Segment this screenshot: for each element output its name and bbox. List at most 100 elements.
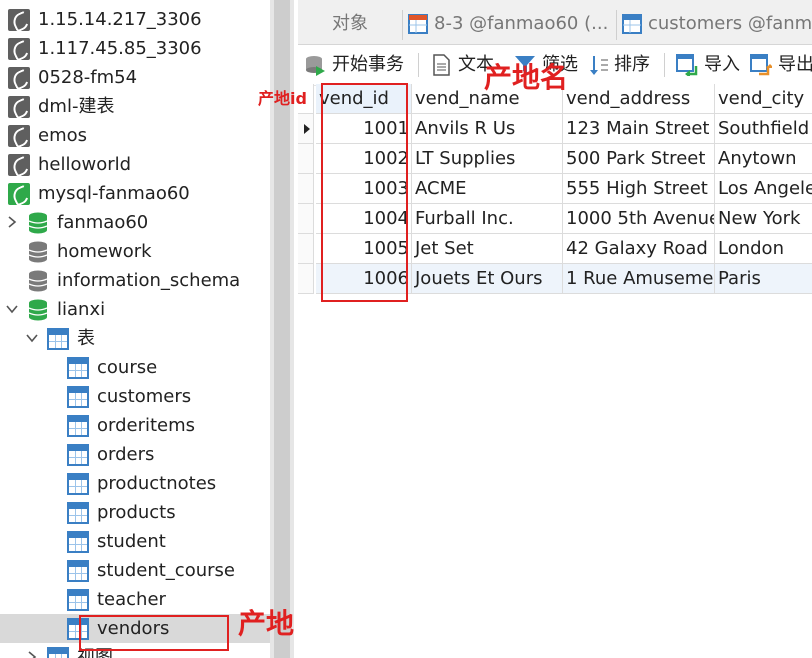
tree-table-student[interactable]: student <box>0 527 270 556</box>
row-selector[interactable] <box>298 114 314 144</box>
chevron-down-icon[interactable] <box>26 332 38 344</box>
table-cell[interactable]: London <box>715 234 812 264</box>
tree-connection[interactable]: emos <box>0 121 270 150</box>
annotation-box-vendors <box>79 615 229 651</box>
tree-table-label: teacher <box>97 589 166 610</box>
tab-separator <box>616 10 617 40</box>
table-cell[interactable]: 42 Galaxy Road <box>563 234 715 264</box>
tab-query[interactable]: 8-3 @fanmao60 (... <box>402 6 612 42</box>
tab-separator <box>402 10 403 40</box>
table-cell[interactable]: Anvils R Us <box>412 114 563 144</box>
mysql-connection-icon <box>8 38 30 60</box>
toolbar-separator <box>664 53 665 77</box>
column-header-vend_city[interactable]: vend_city <box>715 84 812 114</box>
table-cell[interactable]: 555 High Street <box>563 174 715 204</box>
tree-table-label: orderitems <box>97 415 196 436</box>
tree-connection-label: dml-建表 <box>38 96 115 117</box>
table-icon <box>67 560 89 582</box>
tree-table-orders[interactable]: orders <box>0 440 270 469</box>
export-button[interactable]: 导出 <box>750 45 812 85</box>
table-icon <box>67 386 89 408</box>
tab-objects[interactable]: 对象 <box>318 6 408 42</box>
tree-table-label: customers <box>97 386 192 407</box>
tree-table-label: student <box>97 531 166 552</box>
row-selector[interactable] <box>298 174 314 204</box>
tree-table-label: orders <box>97 444 155 465</box>
begin-transaction-button[interactable]: 开始事务 <box>304 45 414 85</box>
table-icon <box>67 444 89 466</box>
annotation-vendors: 产地 <box>238 607 295 640</box>
table-icon <box>67 357 89 379</box>
query-icon <box>408 14 428 34</box>
tree-table-student_course[interactable]: student_course <box>0 556 270 585</box>
tree-connection[interactable]: 1.117.45.85_3306 <box>0 34 270 63</box>
tree-table-products[interactable]: products <box>0 498 270 527</box>
table-icon <box>622 14 642 34</box>
tree-connection[interactable]: 1.15.14.217_3306 <box>0 5 270 34</box>
table-icon <box>67 473 89 495</box>
table-cell[interactable]: LT Supplies <box>412 144 563 174</box>
chevron-down-icon[interactable] <box>6 303 18 315</box>
tab-customers-label: customers @fanm... <box>648 13 812 34</box>
tree-connection[interactable]: 0528-fm54 <box>0 63 270 92</box>
tree-table-course[interactable]: course <box>0 353 270 382</box>
import-label: 导入 <box>704 54 740 75</box>
table-cell[interactable]: Jet Set <box>412 234 563 264</box>
table-cell[interactable]: Anytown <box>715 144 812 174</box>
table-cell[interactable]: Jouets Et Ours <box>412 264 563 294</box>
document-text-icon <box>433 54 450 76</box>
table-cell[interactable]: 500 Park Street <box>563 144 715 174</box>
import-icon <box>676 54 698 76</box>
tree-database-label: fanmao60 <box>57 212 149 233</box>
table-cell[interactable]: New York <box>715 204 812 234</box>
mysql-connection-icon <box>8 125 30 147</box>
export-label: 导出 <box>778 54 812 75</box>
annotation-box-vend-id <box>321 83 408 302</box>
database-open-icon <box>28 212 48 234</box>
database-open-icon <box>28 299 48 321</box>
tree-connection[interactable]: helloworld <box>0 150 270 179</box>
tree-table-productnotes[interactable]: productnotes <box>0 469 270 498</box>
database-icon <box>28 241 48 263</box>
row-selector[interactable] <box>298 264 314 294</box>
tab-customers[interactable]: customers @fanm... <box>616 6 812 42</box>
tree-table-teacher[interactable]: teacher <box>0 585 270 614</box>
tree-table-orderitems[interactable]: orderitems <box>0 411 270 440</box>
tree-table-label: products <box>97 502 176 523</box>
table-cell[interactable]: Southfield <box>715 114 812 144</box>
tree-connection[interactable]: dml-建表 <box>0 92 270 121</box>
tree-database[interactable]: fanmao60 <box>0 208 270 237</box>
import-button[interactable]: 导入 <box>676 45 744 85</box>
tree-database[interactable]: information_schema <box>0 266 270 295</box>
begin-transaction-label: 开始事务 <box>332 54 404 75</box>
tree-table-label: course <box>97 357 158 378</box>
row-selector[interactable] <box>298 144 314 174</box>
mysql-connection-active-icon <box>8 183 30 205</box>
tree-database[interactable]: homework <box>0 237 270 266</box>
tree-connection-label: emos <box>38 125 87 146</box>
row-selector[interactable] <box>298 204 314 234</box>
tree-tables-folder[interactable]: 表 <box>0 324 270 353</box>
tree-connection[interactable]: mysql-fanmao60 <box>0 179 270 208</box>
table-cell[interactable]: 1000 5th Avenue <box>563 204 715 234</box>
chevron-right-icon[interactable] <box>26 651 38 658</box>
row-selector[interactable] <box>298 234 314 264</box>
table-cell[interactable]: ACME <box>412 174 563 204</box>
database-transaction-icon <box>306 56 325 76</box>
table-cell[interactable]: 123 Main Street <box>563 114 715 144</box>
tree-table-customers[interactable]: customers <box>0 382 270 411</box>
table-cell[interactable]: Furball Inc. <box>412 204 563 234</box>
mysql-connection-icon <box>8 154 30 176</box>
tree-database[interactable]: lianxi <box>0 295 270 324</box>
views-folder-icon <box>47 647 69 658</box>
chevron-right-icon[interactable] <box>6 216 18 228</box>
table-cell[interactable]: Los Angeles <box>715 174 812 204</box>
tree-table-label: productnotes <box>97 473 217 494</box>
table-cell[interactable]: 1 Rue Amusement <box>563 264 715 294</box>
tab-bar: 对象 8-3 @fanmao60 (... customers @fanm... <box>298 0 812 45</box>
sort-icon <box>590 56 608 75</box>
table-cell[interactable]: Paris <box>715 264 812 294</box>
column-header-vend_address[interactable]: vend_address <box>563 84 715 114</box>
sort-button[interactable]: 排序 <box>588 45 656 85</box>
tree-table-label: student_course <box>97 560 235 581</box>
